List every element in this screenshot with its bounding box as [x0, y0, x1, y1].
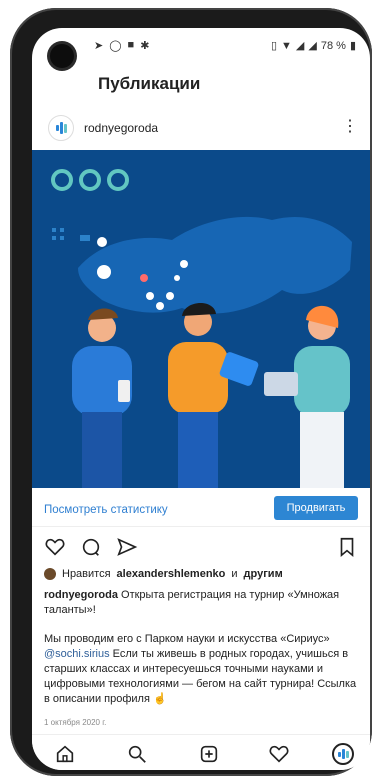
- page-title: Публикации: [98, 74, 201, 93]
- home-icon[interactable]: [54, 743, 76, 765]
- search-icon[interactable]: [126, 743, 148, 765]
- signal-icon: ◢: [295, 40, 305, 52]
- caption-user[interactable]: rodnyegoroda: [44, 589, 118, 601]
- post-date: 1 октября 2020 г.: [44, 718, 107, 727]
- heart-icon[interactable]: [44, 536, 66, 558]
- post-header: rodnyegoroda: [32, 110, 370, 146]
- post-image[interactable]: [32, 150, 370, 488]
- status-left-icons: ➤ ◯ ■ ✱: [94, 39, 149, 52]
- account-avatar[interactable]: [48, 115, 74, 141]
- likes-line: Нравится alexandershlemenko и другим: [44, 568, 283, 580]
- app-screen: ➤ ◯ ■ ✱ ▯ ▼ ◢ ◢ 78 % ▮ Публикации rodnye…: [32, 28, 370, 770]
- likes-others[interactable]: другим: [244, 568, 283, 580]
- notification-icon: ■: [127, 39, 135, 51]
- account-name[interactable]: rodnyegoroda: [84, 121, 158, 135]
- view-stats-link[interactable]: Посмотреть статистику: [44, 504, 168, 516]
- whatsapp-icon: ◯: [109, 40, 122, 52]
- likes-connector: и: [231, 568, 238, 580]
- add-post-icon[interactable]: [198, 743, 220, 765]
- likes-prefix: Нравится: [62, 568, 111, 580]
- navigation-icon: ➤: [94, 40, 104, 52]
- android-icon: ✱: [140, 40, 150, 52]
- bookmark-icon[interactable]: [336, 536, 358, 558]
- pointing-up-emoji: ☝️: [152, 693, 167, 705]
- comment-icon[interactable]: [80, 536, 102, 558]
- battery-text: 78 %: [320, 39, 346, 52]
- likes-user[interactable]: alexandershlemenko: [117, 568, 226, 580]
- status-bar: ➤ ◯ ■ ✱ ▯ ▼ ◢ ◢ 78 % ▮: [32, 28, 370, 68]
- mention-link[interactable]: @sochi.sirius: [44, 648, 110, 660]
- promote-button[interactable]: Продвигать: [274, 496, 358, 520]
- battery-icon: ▮: [349, 40, 356, 52]
- liker-avatar: [44, 568, 56, 580]
- front-camera: [50, 44, 74, 68]
- caption-line2: Мы проводим его с Парком науки и искусст…: [44, 633, 330, 645]
- post-actions-bar: Посмотреть статистику Продвигать: [32, 490, 370, 527]
- vibrate-icon: ▯: [270, 40, 278, 52]
- post-icon-actions: [32, 536, 370, 562]
- activity-heart-icon[interactable]: [268, 743, 290, 765]
- send-icon[interactable]: [116, 536, 138, 558]
- status-right-icons: ▯ ▼ ◢ ◢ 78 % ▮: [270, 39, 356, 53]
- profile-avatar-icon[interactable]: [332, 743, 354, 765]
- signal-icon-2: ◢: [308, 40, 317, 52]
- wifi-icon: ▼: [281, 39, 292, 52]
- phone-frame: ➤ ◯ ■ ✱ ▯ ▼ ◢ ◢ 78 % ▮ Публикации rodnye…: [10, 8, 372, 776]
- bottom-navigation: [32, 734, 370, 770]
- more-vertical-icon[interactable]: ⋮: [342, 116, 358, 136]
- post-caption: rodnyegoroda Открыта регистрация на турн…: [44, 588, 358, 707]
